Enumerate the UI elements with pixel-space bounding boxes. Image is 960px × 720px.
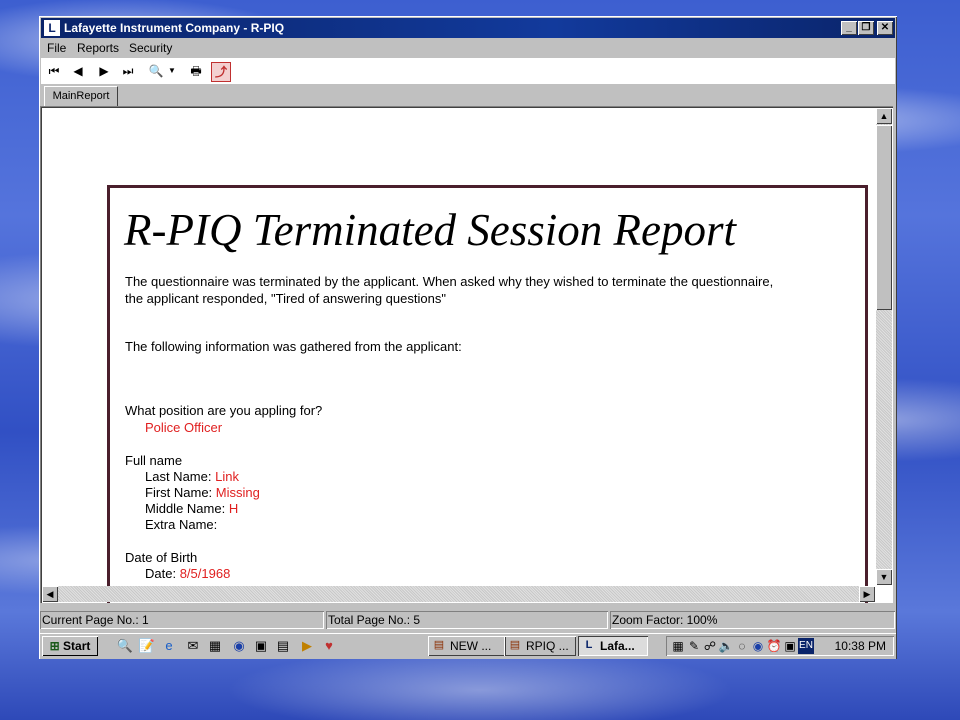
tray-language-indicator[interactable]: EN [798, 638, 814, 654]
last-page-icon[interactable]: ⏭ [119, 62, 137, 80]
first-name-row: First Name: Missing [145, 485, 260, 500]
current-page-status: Current Page No.: 1 [40, 611, 324, 629]
scroll-right-icon[interactable]: ▶ [859, 586, 875, 602]
scroll-down-icon[interactable]: ▼ [876, 569, 892, 585]
start-button[interactable]: ⊞ Start [42, 636, 98, 656]
menu-file[interactable]: File [47, 41, 66, 55]
report-title: R-PIQ Terminated Session Report [124, 205, 737, 255]
quicklaunch-notepad-icon[interactable]: 📝 [138, 637, 156, 655]
task-label: RPIQ ... [526, 639, 569, 653]
tray-network-icon[interactable]: ▦ [670, 638, 686, 654]
vertical-scrollbar[interactable]: ▲ ▼ [876, 108, 892, 585]
termination-text-line2: the applicant responded, "Tired of answe… [125, 291, 446, 306]
menu-security[interactable]: Security [129, 41, 172, 55]
report-page: R-PIQ Terminated Session Report The ques… [107, 185, 868, 603]
status-bar: Current Page No.: 1 Total Page No.: 5 Zo… [40, 610, 896, 630]
total-pages-status: Total Page No.: 5 [326, 611, 608, 629]
taskbar-item-lafayette[interactable]: L Lafa... [578, 636, 648, 656]
toolbar: ⏮ ◀ ▶ ⏭ 🔍 ▼ 🖶 ⤴ [41, 58, 895, 84]
start-label: Start [63, 639, 91, 653]
last-name-value: Link [215, 469, 239, 484]
report-viewer: R-PIQ Terminated Session Report The ques… [40, 106, 893, 603]
dob-row: Date: 8/5/1968 [145, 566, 230, 581]
powerpoint-icon: ▤ [509, 639, 521, 651]
print-icon[interactable]: 🖶 [187, 62, 205, 80]
quicklaunch-misc-icon[interactable]: ♥ [320, 637, 338, 655]
quicklaunch-media-icon[interactable]: ▶ [298, 637, 316, 655]
tray-edit-icon[interactable]: ✎ [686, 638, 702, 654]
tab-strip: MainReport [41, 84, 895, 107]
close-button[interactable]: ✕ [877, 21, 893, 35]
scroll-up-icon[interactable]: ▲ [876, 108, 892, 124]
full-name-label: Full name [125, 453, 183, 468]
extra-name-label: Extra Name: [145, 517, 218, 532]
last-name-row: Last Name: Link [145, 469, 239, 484]
middle-name-value: H [228, 501, 239, 516]
quicklaunch-messenger-icon[interactable]: ◉ [230, 637, 248, 655]
task-label: NEW ... [450, 639, 492, 653]
horizontal-scrollbar[interactable]: ◀ ▶ [42, 586, 875, 602]
termination-text-line1: The questionnaire was terminated by the … [125, 274, 774, 289]
windows-logo-icon: ⊞ [49, 639, 60, 653]
quicklaunch-outlook-icon[interactable]: ✉ [184, 637, 202, 655]
tab-mainreport[interactable]: MainReport [44, 86, 118, 107]
vertical-scroll-thumb[interactable] [876, 125, 892, 310]
quicklaunch-picture-icon[interactable]: ▤ [274, 637, 292, 655]
middle-name-row: Middle Name: H [145, 501, 238, 516]
menu-bar: File Reports Security [41, 38, 895, 58]
date-label: Date: [145, 566, 177, 581]
next-page-icon[interactable]: ▶ [95, 62, 113, 80]
export-icon[interactable]: ⤴ [211, 62, 231, 82]
date-value: 8/5/1968 [179, 566, 231, 581]
middle-name-label: Middle Name: [145, 501, 226, 516]
quicklaunch-explorer-icon[interactable]: 🔍 [116, 637, 134, 655]
clock: 10:38 PM [834, 639, 886, 653]
tray-monitor-icon[interactable]: ▣ [782, 638, 798, 654]
menu-reports[interactable]: Reports [77, 41, 119, 55]
first-name-label: First Name: [145, 485, 213, 500]
tray-mouse-icon[interactable]: ◌ [734, 638, 750, 654]
title-bar[interactable]: L Lafayette Instrument Company - R-PIQ _… [41, 18, 895, 38]
taskbar: ⊞ Start 🔍 📝 e ✉ ▦ ◉ ▣ ▤ ▶ ♥ ▤ NEW ... ▤ … [40, 633, 896, 659]
system-tray: ▦ ✎ ☍ 🔈 ◌ ◉ ⏰ ▣ EN 10:38 PM [666, 636, 894, 656]
minimize-button[interactable]: _ [841, 21, 857, 35]
last-name-label: Last Name: [145, 469, 212, 484]
window-title: Lafayette Instrument Company - R-PIQ [64, 21, 285, 35]
zoom-icon[interactable]: 🔍 [147, 62, 165, 80]
restore-button[interactable]: ❐ [858, 21, 874, 35]
quicklaunch-calculator-icon[interactable]: ▦ [206, 637, 224, 655]
first-name-value: Missing [215, 485, 260, 500]
app-logo-icon: L [44, 20, 60, 36]
zoom-status: Zoom Factor: 100% [610, 611, 895, 629]
position-answer: Police Officer [145, 420, 223, 435]
position-question: What position are you appling for? [125, 403, 323, 418]
quicklaunch-ie-icon[interactable]: e [160, 637, 178, 655]
tray-messenger-icon[interactable]: ◉ [750, 638, 766, 654]
application-window: L Lafayette Instrument Company - R-PIQ _… [39, 16, 897, 659]
taskbar-item-rpiq[interactable]: ▤ RPIQ ... [504, 636, 576, 656]
tray-volume-icon[interactable]: 🔈 [718, 638, 734, 654]
dropdown-arrow-icon[interactable]: ▼ [167, 62, 177, 80]
scroll-left-icon[interactable]: ◀ [42, 586, 58, 602]
task-label: Lafa... [600, 639, 635, 653]
previous-page-icon[interactable]: ◀ [69, 62, 87, 80]
powerpoint-icon: ▤ [433, 639, 445, 651]
tray-connection-icon[interactable]: ☍ [702, 638, 718, 654]
first-page-icon[interactable]: ⏮ [45, 62, 63, 80]
dob-label: Date of Birth [125, 550, 198, 565]
lafayette-app-icon: L [585, 639, 593, 651]
tray-clock-icon[interactable]: ⏰ [766, 638, 782, 654]
info-intro: The following information was gathered f… [125, 339, 462, 354]
quicklaunch-app-icon[interactable]: ▣ [252, 637, 270, 655]
taskbar-item-new[interactable]: ▤ NEW ... [428, 636, 506, 656]
